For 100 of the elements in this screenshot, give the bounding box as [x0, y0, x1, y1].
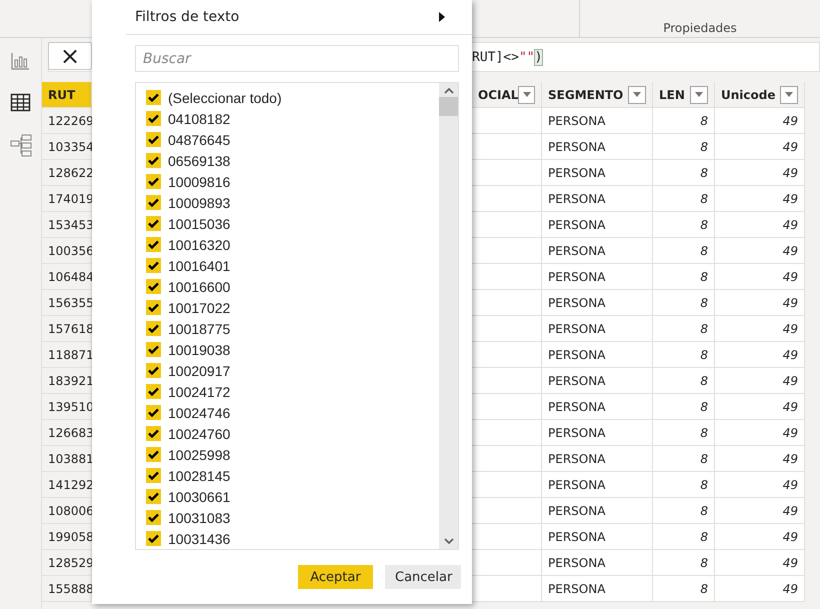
- column-filter-button[interactable]: [628, 86, 646, 104]
- item-label[interactable]: 10028145: [168, 468, 230, 484]
- item-label[interactable]: 10009893: [168, 194, 230, 210]
- checkbox[interactable]: [146, 321, 161, 336]
- column-header[interactable]: RUT: [42, 82, 92, 108]
- item-label[interactable]: (Seleccionar todo): [168, 90, 282, 106]
- submenu-arrow-icon: [439, 12, 445, 22]
- checkbox[interactable]: [146, 132, 161, 147]
- table-cell: PERSONA: [542, 472, 653, 498]
- checkbox[interactable]: [146, 279, 161, 294]
- scroll-thumb[interactable]: [439, 97, 458, 116]
- table-cell: 155888: [42, 576, 92, 602]
- table-cell: 49: [715, 134, 805, 160]
- item-label[interactable]: 10024172: [168, 384, 230, 400]
- item-label[interactable]: 06569138: [168, 152, 230, 168]
- item-label[interactable]: 10009816: [168, 174, 230, 190]
- table-cell: 49: [715, 264, 805, 290]
- table-cell: 153453: [42, 212, 92, 238]
- table-cell: 8: [653, 576, 715, 602]
- table-cell: 8: [653, 368, 715, 394]
- item-label[interactable]: 10016401: [168, 258, 230, 274]
- table-cell: PERSONA: [542, 108, 653, 134]
- table-cell: PERSONA: [542, 186, 653, 212]
- formula-text[interactable]: RUT]<>""): [472, 43, 542, 71]
- checkbox[interactable]: [146, 174, 161, 189]
- item-label[interactable]: 10016600: [168, 278, 230, 294]
- checkbox[interactable]: [146, 405, 161, 420]
- table-cell: PERSONA: [542, 394, 653, 420]
- check-icon: [148, 261, 159, 270]
- item-label[interactable]: 10024760: [168, 426, 230, 442]
- table-cell: PERSONA: [542, 576, 653, 602]
- table-cell: PERSONA: [542, 524, 653, 550]
- checkbox[interactable]: [146, 489, 161, 504]
- checkbox[interactable]: [146, 90, 161, 105]
- table-cell: 8: [653, 160, 715, 186]
- checkbox[interactable]: [146, 468, 161, 483]
- item-label[interactable]: 10017022: [168, 300, 230, 316]
- check-icon: [148, 198, 159, 207]
- column-filter-button[interactable]: [780, 86, 798, 104]
- table-cell: 126683: [42, 420, 92, 446]
- checkbox[interactable]: [146, 426, 161, 441]
- checkbox[interactable]: [146, 111, 161, 126]
- cancel-button[interactable]: ×: [48, 42, 92, 70]
- item-label[interactable]: 10018775: [168, 320, 230, 336]
- table-cell: 8: [653, 524, 715, 550]
- table-cell: 49: [715, 316, 805, 342]
- table-cell: 49: [715, 290, 805, 316]
- scrollbar[interactable]: [439, 83, 458, 549]
- item-label[interactable]: 10031083: [168, 510, 230, 526]
- item-label[interactable]: 10031436: [168, 530, 230, 546]
- table-cell: PERSONA: [542, 420, 653, 446]
- item-label[interactable]: 04876645: [168, 132, 230, 148]
- checkbox[interactable]: [146, 447, 161, 462]
- scroll-down-icon: [444, 538, 454, 545]
- table-cell: 103354: [42, 134, 92, 160]
- model-diagram-icon[interactable]: [10, 133, 32, 158]
- checkbox[interactable]: [146, 531, 161, 546]
- cancel-button[interactable]: Cancelar: [385, 565, 461, 589]
- checkbox[interactable]: [146, 216, 161, 231]
- checkbox[interactable]: [146, 153, 161, 168]
- menu-item[interactable]: Filtros de texto: [135, 9, 240, 25]
- table-cell: PERSONA: [542, 342, 653, 368]
- item-label[interactable]: 10016320: [168, 236, 230, 252]
- table-cell: 8: [653, 316, 715, 342]
- item-label[interactable]: 10020917: [168, 362, 230, 378]
- column-header[interactable]: OCIAL: [472, 82, 542, 108]
- table-cell: 49: [715, 420, 805, 446]
- search-field[interactable]: Buscar: [135, 45, 459, 72]
- check-icon: [148, 135, 159, 144]
- table-cell: 8: [653, 394, 715, 420]
- table-cell: PERSONA: [542, 134, 653, 160]
- table-cell: 122269: [42, 108, 92, 134]
- check-icon: [148, 471, 159, 480]
- checkbox[interactable]: [146, 258, 161, 273]
- table-cell: 49: [715, 238, 805, 264]
- accept-button[interactable]: Aceptar: [298, 565, 373, 589]
- item-label[interactable]: 10024746: [168, 404, 230, 420]
- item-label[interactable]: 10015036: [168, 216, 230, 232]
- item-label[interactable]: 10030661: [168, 488, 230, 504]
- item-label[interactable]: 10019038: [168, 342, 230, 358]
- caret-icon: [522, 92, 531, 97]
- column-header[interactable]: LEN: [653, 82, 715, 108]
- checkbox[interactable]: [146, 510, 161, 525]
- column-header[interactable]: SEGMENTO: [542, 82, 653, 108]
- item-label[interactable]: 10025998: [168, 446, 230, 462]
- column-filter-button[interactable]: [518, 86, 535, 104]
- checkbox[interactable]: [146, 384, 161, 399]
- checkbox[interactable]: [146, 363, 161, 378]
- check-icon: [148, 93, 159, 102]
- item-label[interactable]: 04108182: [168, 110, 230, 126]
- table-cell: 157618: [42, 316, 92, 342]
- checkbox[interactable]: [146, 300, 161, 315]
- scroll-up-icon: [444, 87, 454, 94]
- column-filter-button[interactable]: [690, 86, 708, 104]
- table-cell: 8: [653, 342, 715, 368]
- checkbox[interactable]: [146, 237, 161, 252]
- checkbox[interactable]: [146, 342, 161, 357]
- checkbox[interactable]: [146, 195, 161, 210]
- column-header[interactable]: Unicode: [715, 82, 805, 108]
- table-cell: 49: [715, 186, 805, 212]
